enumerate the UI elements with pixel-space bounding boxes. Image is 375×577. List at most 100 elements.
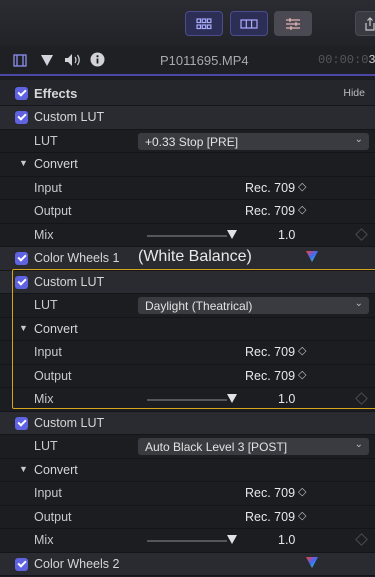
convert-label: Convert — [34, 321, 78, 336]
inspector-tabs: P1011695.MP4 00:00:03: — [0, 46, 375, 76]
timecode-dim: 00:00:0 — [318, 53, 369, 67]
updown-icon[interactable]: ◇ — [298, 344, 306, 357]
convert-row[interactable]: ▼ Convert — [0, 318, 375, 341]
color-icon[interactable] — [40, 54, 54, 67]
filmstrip-view-button[interactable] — [230, 11, 268, 36]
input-label: Input — [34, 345, 62, 359]
chevron-down-icon: ⌄ — [354, 133, 363, 145]
effect-title: Color Wheels 1 — [34, 251, 120, 265]
grid-view-icon — [196, 17, 212, 29]
input-row: Input Rec. 709 ◇ — [0, 482, 375, 506]
convert-row[interactable]: ▼ Convert — [0, 459, 375, 482]
lut-label: LUT — [34, 439, 58, 453]
effect-header-color-wheels-1[interactable]: Color Wheels 1 (White Balance) — [0, 247, 375, 271]
effects-label: Effects — [34, 86, 78, 101]
grid-view-button[interactable] — [185, 11, 223, 36]
effect-header-custom-lut-3[interactable]: Custom LUT — [0, 411, 375, 435]
filmstrip-view-icon — [240, 18, 258, 29]
input-label: Input — [34, 180, 62, 195]
audio-icon[interactable] — [64, 53, 82, 67]
disclosure-triangle-icon[interactable]: ▼ — [19, 464, 28, 474]
output-value[interactable]: Rec. 709 — [245, 369, 295, 383]
info-icon[interactable] — [90, 52, 105, 67]
timecode-bright: 3: — [368, 53, 375, 67]
effect-checkbox[interactable] — [15, 275, 28, 289]
updown-icon[interactable]: ◇ — [298, 509, 306, 522]
keyframe-icon[interactable] — [355, 392, 368, 405]
mix-value[interactable]: 1.0 — [278, 392, 295, 406]
mix-slider-knob[interactable] — [227, 394, 237, 403]
chevron-down-icon: ⌄ — [354, 298, 363, 309]
keyframe-icon[interactable] — [355, 533, 368, 546]
lut-dropdown[interactable]: Auto Black Level 3 [POST] ⌄ — [138, 438, 369, 455]
effect-checkbox[interactable] — [15, 252, 28, 265]
clip-name: P1011695.MP4 — [160, 53, 249, 68]
input-value[interactable]: Rec. 709 — [245, 345, 295, 359]
mix-label: Mix — [34, 392, 54, 406]
output-label: Output — [34, 368, 72, 383]
effect-header-color-wheels-2[interactable]: Color Wheels 2 — [0, 552, 375, 576]
lut-dropdown[interactable]: Daylight (Theatrical) ⌄ — [138, 297, 369, 314]
output-label: Output — [34, 204, 72, 218]
mix-label: Mix — [34, 227, 54, 242]
lut-value: +0.33 Stop [PRE] — [145, 134, 239, 149]
effect-checkbox[interactable] — [15, 111, 28, 124]
disclosure-triangle-icon[interactable]: ▼ — [19, 158, 28, 168]
updown-icon[interactable]: ◇ — [298, 368, 306, 381]
mix-row: Mix 1.0 — [0, 224, 375, 247]
convert-row[interactable]: ▼ Convert — [0, 153, 375, 177]
updown-icon[interactable]: ◇ — [298, 203, 306, 216]
lut-label: LUT — [34, 133, 58, 148]
effects-checkbox[interactable] — [15, 87, 28, 100]
output-value[interactable]: Rec. 709 — [245, 204, 295, 218]
effect-title: Custom LUT — [34, 415, 105, 430]
rgb-triangle-icon[interactable] — [305, 250, 319, 263]
mix-slider-knob[interactable] — [227, 229, 237, 239]
keyframe-icon[interactable] — [355, 227, 368, 241]
lut-value: Auto Black Level 3 [POST] — [145, 440, 288, 454]
inspector-button[interactable] — [274, 11, 312, 36]
effect-header-custom-lut-1[interactable]: Custom LUT — [0, 106, 375, 130]
output-row: Output Rec. 709 ◇ — [0, 506, 375, 529]
rgb-triangle-icon[interactable] — [305, 556, 319, 569]
output-row: Output Rec. 709 ◇ — [0, 365, 375, 388]
sliders-icon — [286, 17, 300, 30]
updown-icon[interactable]: ◇ — [298, 180, 306, 193]
hide-button[interactable]: Hide — [343, 87, 365, 99]
effect-checkbox[interactable] — [15, 416, 28, 430]
effects-section-header[interactable]: Effects Hide — [0, 80, 375, 106]
mix-value[interactable]: 1.0 — [278, 533, 295, 547]
lut-row: LUT Auto Black Level 3 [POST] ⌄ — [0, 435, 375, 459]
mix-slider-knob[interactable] — [227, 535, 237, 544]
share-icon — [365, 16, 375, 31]
mix-slider[interactable] — [147, 540, 227, 542]
lut-dropdown[interactable]: +0.33 Stop [PRE] ⌄ — [138, 132, 369, 150]
film-icon[interactable] — [13, 54, 27, 67]
updown-icon[interactable]: ◇ — [298, 485, 306, 498]
effect-header-custom-lut-2[interactable]: Custom LUT — [0, 270, 375, 294]
input-row: Input Rec. 709 ◇ — [0, 177, 375, 200]
white-balance-annotation: (White Balance) — [138, 248, 252, 265]
mix-slider[interactable] — [147, 234, 227, 237]
mix-slider[interactable] — [147, 399, 227, 401]
effect-title: Color Wheels 2 — [34, 556, 120, 571]
chevron-down-icon: ⌄ — [354, 439, 363, 450]
mix-value[interactable]: 1.0 — [278, 228, 295, 242]
lut-value: Daylight (Theatrical) — [145, 299, 253, 313]
input-value[interactable]: Rec. 709 — [245, 486, 295, 500]
effect-title: Custom LUT — [34, 274, 105, 289]
output-label: Output — [34, 509, 72, 524]
disclosure-triangle-icon[interactable]: ▼ — [19, 323, 28, 333]
lut-label: LUT — [34, 298, 58, 312]
mix-label: Mix — [34, 533, 54, 547]
effects-panel: Effects Hide Custom LUT LUT +0.33 Stop [… — [0, 80, 375, 576]
input-label: Input — [34, 486, 62, 500]
input-value[interactable]: Rec. 709 — [245, 181, 295, 195]
toolbar — [0, 0, 375, 47]
lut-row: LUT +0.33 Stop [PRE] ⌄ — [0, 130, 375, 153]
input-row: Input Rec. 709 ◇ — [0, 341, 375, 365]
output-value[interactable]: Rec. 709 — [245, 510, 295, 524]
mix-row: Mix 1.0 — [0, 388, 375, 412]
share-button[interactable] — [355, 11, 375, 36]
effect-checkbox[interactable] — [15, 557, 28, 571]
